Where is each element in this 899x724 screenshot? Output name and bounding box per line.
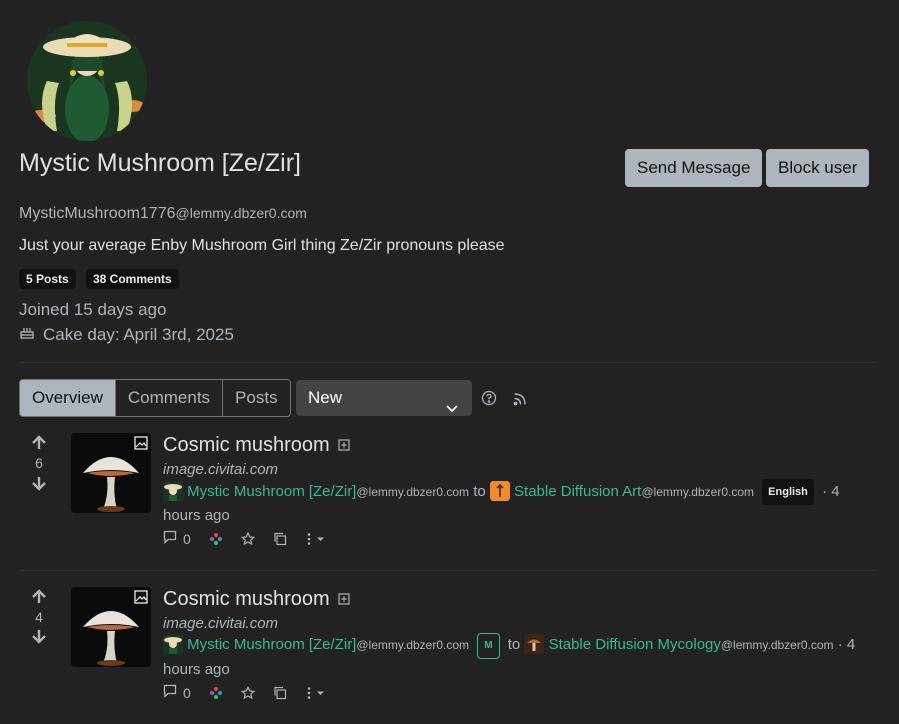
more-options-icon[interactable] (305, 532, 327, 546)
view-tabs: Overview Comments Posts (19, 379, 291, 417)
to-label: to (507, 636, 521, 653)
profile-username[interactable]: MysticMushroom1776@lemmy.dbzer0.com (19, 205, 307, 223)
post-thumbnail[interactable] (71, 587, 151, 667)
author-instance: @lemmy.dbzer0.com (356, 485, 470, 499)
expand-icon[interactable] (338, 588, 350, 611)
profile-display-name: Mystic Mushroom [Ze/Zir] (19, 149, 301, 177)
cake-icon (19, 324, 35, 345)
image-icon (134, 590, 148, 609)
post-score: 4 (35, 609, 43, 625)
divider (19, 570, 876, 571)
community-link[interactable]: Stable Diffusion Art (514, 483, 641, 500)
post-meta: Mystic Mushroom [Ze/Zir]@lemmy.dbzer0.co… (163, 479, 873, 527)
tab-comments[interactable]: Comments (114, 379, 224, 417)
upvote-button[interactable] (30, 589, 48, 610)
downvote-button[interactable] (30, 628, 48, 649)
author-avatar (163, 634, 183, 654)
post-meta: Mystic Mushroom [Ze/Zir]@lemmy.dbzer0.co… (163, 633, 873, 681)
community-icon (489, 481, 510, 501)
sort-select[interactable]: New (296, 380, 472, 416)
crosspost-icon[interactable] (209, 532, 223, 546)
comments-count: 0 (183, 530, 191, 547)
image-icon (134, 436, 148, 455)
username-text: MysticMushroom1776 (19, 205, 176, 222)
author-instance: @lemmy.dbzer0.com (356, 638, 470, 652)
author-link[interactable]: Mystic Mushroom [Ze/Zir] (187, 483, 356, 500)
username-instance: @lemmy.dbzer0.com (175, 205, 307, 221)
comments-button[interactable]: 0 (163, 684, 191, 701)
author-link[interactable]: Mystic Mushroom [Ze/Zir] (187, 636, 356, 653)
post-actions: 0 (163, 530, 345, 547)
comment-icon (163, 684, 177, 701)
post-title-text: Cosmic mushroom (163, 434, 330, 456)
comments-count-badge: 38 Comments (86, 269, 179, 289)
joined-date: Joined 15 days ago (19, 300, 167, 319)
cake-day: Cake day: April 3rd, 2025 (19, 324, 234, 345)
post-actions: 0 (163, 684, 345, 701)
community-instance: @lemmy.dbzer0.com (641, 485, 754, 499)
expand-icon[interactable] (338, 434, 350, 457)
post-title[interactable]: Cosmic mushroom (163, 588, 350, 611)
user-avatar (27, 21, 147, 141)
community-icon (524, 634, 545, 654)
more-options-icon[interactable] (305, 686, 327, 700)
post-thumbnail[interactable] (71, 433, 151, 513)
downvote-button[interactable] (30, 475, 48, 496)
comments-button[interactable]: 0 (163, 530, 191, 547)
comment-icon (163, 530, 177, 547)
help-icon[interactable] (481, 390, 497, 411)
block-user-button[interactable]: Block user (766, 149, 870, 187)
to-label: to (473, 483, 486, 500)
post-title-text: Cosmic mushroom (163, 588, 330, 610)
moderator-badge: M (477, 633, 500, 659)
divider (19, 362, 876, 363)
send-message-button[interactable]: Send Message (625, 149, 763, 187)
upvote-button[interactable] (30, 435, 48, 456)
post-domain[interactable]: image.civitai.com (163, 461, 278, 478)
community-instance: @lemmy.dbzer0.com (720, 638, 834, 652)
post-title[interactable]: Cosmic mushroom (163, 434, 350, 457)
comments-count: 0 (183, 684, 191, 701)
tab-posts[interactable]: Posts (222, 379, 291, 417)
tab-overview[interactable]: Overview (19, 379, 116, 417)
star-icon[interactable] (240, 685, 255, 700)
sort-selected-value: New (308, 388, 343, 407)
star-icon[interactable] (240, 531, 255, 546)
profile-bio: Just your average Enby Mushroom Girl thi… (19, 237, 505, 254)
copy-icon[interactable] (273, 532, 287, 546)
author-avatar (163, 481, 183, 501)
rss-icon[interactable] (513, 392, 527, 411)
copy-icon[interactable] (273, 686, 287, 700)
post-domain[interactable]: image.civitai.com (163, 615, 278, 632)
posts-count-badge: 5 Posts (19, 269, 76, 289)
post-score: 6 (35, 455, 43, 471)
community-link[interactable]: Stable Diffusion Mycology (549, 636, 721, 653)
crosspost-icon[interactable] (209, 686, 223, 700)
cake-day-text: Cake day: April 3rd, 2025 (43, 324, 234, 344)
language-badge: English (762, 479, 814, 505)
chevron-down-icon (446, 391, 458, 427)
